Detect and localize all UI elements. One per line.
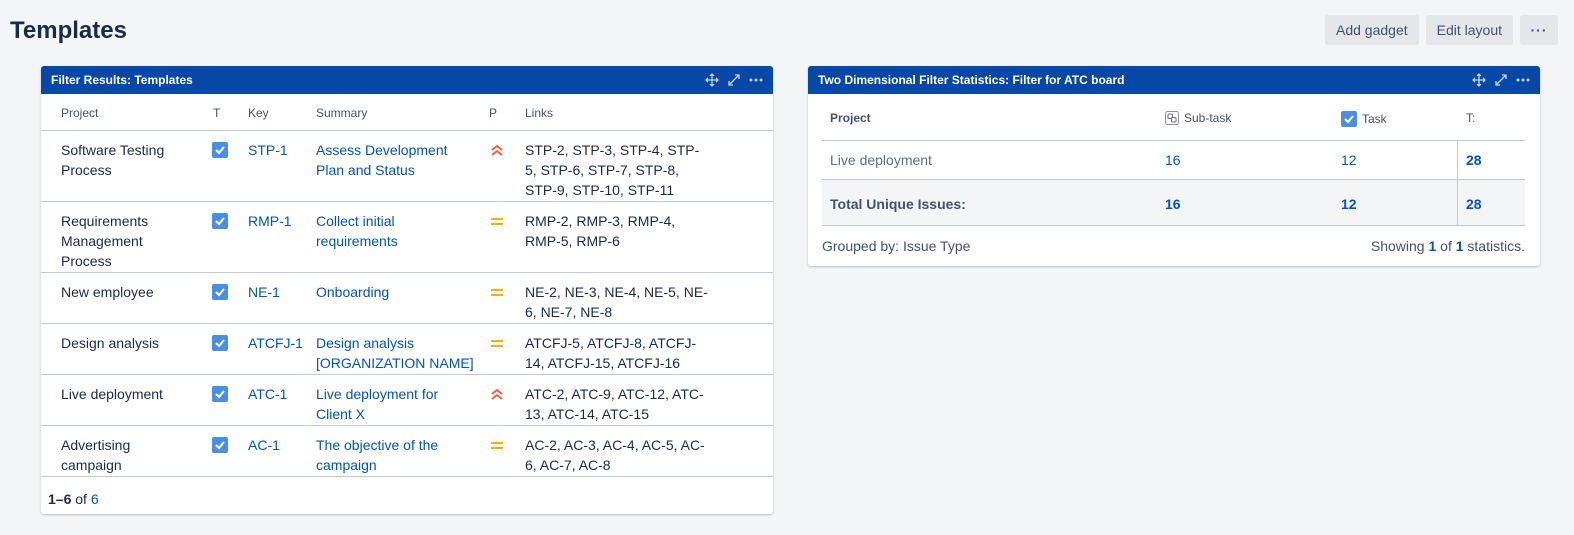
gadget-title: Two Dimensional Filter Statistics: Filte… bbox=[818, 73, 1125, 87]
priority-high-icon bbox=[490, 142, 504, 162]
col-links[interactable]: Links bbox=[525, 106, 553, 120]
task-type-icon bbox=[212, 384, 228, 402]
statistics-footer: Grouped by: Issue Type Showing 1 of 1 st… bbox=[822, 238, 1525, 254]
gadget-header: Two Dimensional Filter Statistics: Filte… bbox=[808, 66, 1540, 94]
col-total: T: bbox=[1466, 111, 1476, 125]
priority-medium-icon bbox=[490, 213, 504, 233]
gadget-title: Filter Results: Templates bbox=[51, 73, 193, 87]
task-type-icon bbox=[212, 333, 228, 351]
row-links: STP-2, STP-3, STP-4, STP-5, STP-6, STP-7… bbox=[525, 142, 700, 198]
showing-summary: Showing 1 of 1 statistics. bbox=[1370, 238, 1525, 254]
row-project: Advertising campaign bbox=[61, 437, 131, 473]
table-header: Project Sub-task Task T: bbox=[822, 94, 1525, 141]
row-links: NE-2, NE-3, NE-4, NE-5, NE-6, NE-7, NE-8 bbox=[525, 284, 708, 320]
task-type-icon bbox=[212, 435, 228, 453]
filter-results-gadget: Filter Results: Templates Project T Key … bbox=[41, 66, 773, 514]
row-project: New employee bbox=[61, 284, 154, 300]
gadget-menu-icon[interactable] bbox=[749, 73, 763, 87]
row-links: ATC-2, ATC-9, ATC-12, ATC-13, ATC-14, AT… bbox=[525, 386, 704, 422]
col-task: Task bbox=[1341, 111, 1387, 127]
priority-medium-icon bbox=[490, 335, 504, 355]
pagination-summary: 1–6 of 6 bbox=[48, 491, 99, 507]
col-key[interactable]: Key bbox=[248, 106, 269, 120]
table-row: Software Testing Process STP-1 Assess De… bbox=[41, 131, 773, 202]
row-summary-link[interactable]: Design analysis [ORGANIZATION NAME] bbox=[316, 333, 476, 373]
row-project: Software Testing Process bbox=[61, 142, 165, 178]
row-links: AC-2, AC-3, AC-4, AC-5, AC-6, AC-7, AC-8 bbox=[525, 437, 705, 473]
move-icon[interactable] bbox=[1472, 73, 1486, 87]
totals-task-link[interactable]: 12 bbox=[1341, 196, 1357, 212]
pager-of: of bbox=[75, 491, 87, 507]
table-header: Project T Key Summary P Links bbox=[41, 94, 773, 131]
row-project: Design analysis bbox=[61, 335, 160, 351]
task-type-icon bbox=[212, 282, 228, 300]
row-key-link[interactable]: NE-1 bbox=[248, 282, 280, 302]
filter-statistics-gadget: Two Dimensional Filter Statistics: Filte… bbox=[808, 66, 1540, 266]
filter-results-table: Project T Key Summary P Links Software T… bbox=[41, 94, 773, 477]
totals-total-link[interactable]: 28 bbox=[1466, 196, 1482, 212]
row-key-link[interactable]: AC-1 bbox=[248, 435, 280, 455]
pager-total-link[interactable]: 6 bbox=[91, 491, 99, 507]
gadget-header: Filter Results: Templates bbox=[41, 66, 773, 94]
col-subtask: Sub-task bbox=[1165, 111, 1231, 125]
priority-high-icon bbox=[490, 386, 504, 406]
pager-range: 1–6 bbox=[48, 491, 72, 507]
table-row: Live deployment ATC-1 Live deployment fo… bbox=[41, 375, 773, 426]
totals-subtask-link[interactable]: 16 bbox=[1165, 196, 1181, 212]
table-row: Design analysis ATCFJ-1 Design analysis … bbox=[41, 324, 773, 375]
row-links: ATCFJ-5, ATCFJ-8, ATCFJ-14, ATCFJ-15, AT… bbox=[525, 335, 697, 371]
row-project: Live deployment bbox=[61, 386, 163, 402]
col-priority[interactable]: P bbox=[489, 106, 497, 120]
priority-medium-icon bbox=[490, 437, 504, 457]
task-type-icon bbox=[212, 211, 228, 229]
row-summary-link[interactable]: Onboarding bbox=[316, 282, 476, 302]
table-row: Requirements Management Process RMP-1 Co… bbox=[41, 202, 773, 273]
row-key-link[interactable]: ATCFJ-1 bbox=[248, 333, 303, 353]
table-row: Live deployment 16 12 28 bbox=[822, 141, 1525, 180]
table-row: New employee NE-1 Onboarding NE-2, NE-3,… bbox=[41, 273, 773, 324]
totals-label: Total Unique Issues: bbox=[830, 196, 966, 212]
grouped-by-label: Grouped by: Issue Type bbox=[822, 238, 971, 254]
dashboard-toolbar: Add gadget Edit layout ··· bbox=[1325, 15, 1558, 45]
maximize-icon[interactable] bbox=[727, 73, 741, 87]
task-icon bbox=[1341, 111, 1357, 127]
row-key-link[interactable]: ATC-1 bbox=[248, 384, 287, 404]
row-key-link[interactable]: STP-1 bbox=[248, 140, 288, 160]
col-project: Project bbox=[830, 111, 871, 125]
priority-medium-icon bbox=[490, 284, 504, 304]
row-total-count-link[interactable]: 28 bbox=[1466, 152, 1482, 168]
col-summary[interactable]: Summary bbox=[316, 106, 367, 120]
maximize-icon[interactable] bbox=[1494, 73, 1508, 87]
row-project: Live deployment bbox=[830, 152, 932, 168]
table-row: Advertising campaign AC-1 The objective … bbox=[41, 426, 773, 477]
col-type[interactable]: T bbox=[213, 106, 220, 120]
row-summary-link[interactable]: Assess Development Plan and Status bbox=[316, 140, 476, 180]
edit-layout-button[interactable]: Edit layout bbox=[1425, 15, 1513, 45]
row-links: RMP-2, RMP-3, RMP-4, RMP-5, RMP-6 bbox=[525, 213, 676, 249]
row-project: Requirements Management Process bbox=[61, 213, 149, 269]
move-icon[interactable] bbox=[705, 73, 719, 87]
row-summary-link[interactable]: The objective of the campaign bbox=[316, 435, 476, 475]
row-subtask-count-link[interactable]: 16 bbox=[1165, 152, 1181, 168]
task-type-icon bbox=[212, 140, 228, 158]
subtask-icon bbox=[1165, 111, 1179, 125]
row-summary-link[interactable]: Live deployment for Client X bbox=[316, 384, 476, 424]
col-project[interactable]: Project bbox=[61, 106, 98, 120]
statistics-table: Project Sub-task Task T: Live deployment… bbox=[822, 94, 1525, 226]
more-actions-button[interactable]: ··· bbox=[1520, 15, 1558, 45]
page-title: Templates bbox=[10, 17, 127, 44]
gadget-menu-icon[interactable] bbox=[1516, 73, 1530, 87]
row-task-count-link[interactable]: 12 bbox=[1341, 152, 1357, 168]
row-key-link[interactable]: RMP-1 bbox=[248, 211, 292, 231]
totals-row: Total Unique Issues: 16 12 28 bbox=[822, 180, 1525, 226]
row-summary-link[interactable]: Collect initial requirements bbox=[316, 211, 476, 251]
add-gadget-button[interactable]: Add gadget bbox=[1325, 15, 1419, 45]
